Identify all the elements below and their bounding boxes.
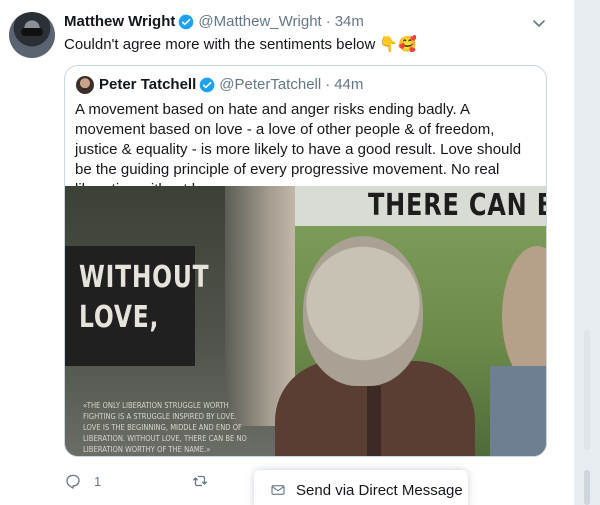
reply-count: 1 [94,473,102,489]
tweet-header: Matthew Wright @Matthew_Wright · 34m [64,13,364,30]
media-second-shirt [490,366,546,456]
dm-label: Send via Direct Message [296,481,463,499]
reply-icon [66,474,80,489]
media-main-portrait [303,236,423,386]
quoted-author-handle[interactable]: @PeterTatchell [219,76,321,93]
quoted-header: Peter Tatchell @PeterTatchell · 44m [99,76,363,93]
retweet-button[interactable] [191,472,209,490]
quoted-media-image[interactable]: WITHOUT LOVE, THERE CAN BE N «THE ONLY L… [65,186,546,456]
scrollbar-thumb-lower[interactable] [584,470,590,505]
retweet-icon [193,475,208,487]
scrollbar-thumb[interactable] [584,330,590,450]
quoted-author-name[interactable]: Peter Tatchell [99,76,196,93]
author-handle[interactable]: @Matthew_Wright [198,13,321,30]
banner-line-1: WITHOUT [79,260,210,295]
chevron-down-icon[interactable] [531,15,547,31]
reply-button[interactable]: 1 [64,472,101,490]
media-headline: THERE CAN BE N [368,188,546,223]
separator-dot: · [325,13,331,30]
avatar-visor [21,28,43,36]
media-banner-text: WITHOUT LOVE, [79,258,209,338]
media-tie [367,386,381,456]
avatar[interactable] [9,12,55,58]
quoted-timestamp[interactable]: 44m [334,76,363,93]
tweet-text: Couldn't agree more with the sentiments … [64,35,417,54]
timestamp[interactable]: 34m [335,13,364,30]
verified-badge-icon [199,77,215,92]
tweet[interactable]: Matthew Wright @Matthew_Wright · 34m Cou… [0,0,566,505]
separator-dot: · [325,76,331,93]
tweet-actions: 1 [64,469,209,493]
envelope-icon [271,485,285,495]
media-caption: «THE ONLY LIBERATION STRUGGLE WORTH FIGH… [83,401,247,454]
verified-badge-icon [179,14,194,29]
tweet-body: Couldn't agree more with the sentiments … [64,35,376,53]
gutter-inner [566,0,574,505]
quoted-avatar[interactable] [76,76,94,94]
quoted-tweet[interactable]: Peter Tatchell @PeterTatchell · 44m A mo… [64,65,547,457]
tweet-emojis: 👇🥰 [379,36,417,53]
right-gutter [566,0,600,505]
quoted-text: A movement based on hate and anger risks… [75,101,522,198]
author-name[interactable]: Matthew Wright [64,13,175,30]
banner-line-2: LOVE, [79,300,160,335]
send-via-direct-message-menu-item[interactable]: Send via Direct Message [254,470,468,505]
